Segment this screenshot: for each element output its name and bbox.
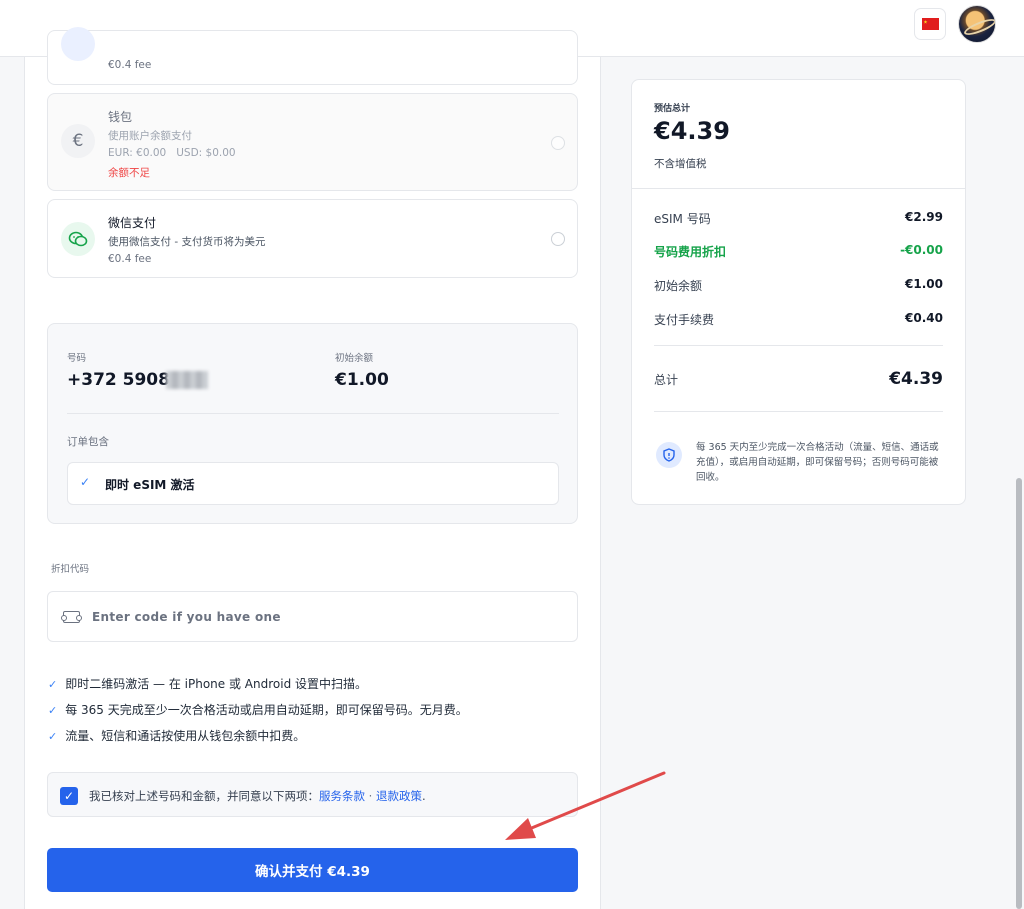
row-label: 支付手续费 <box>654 313 715 327</box>
checkmark-icon: ✓ <box>63 789 75 803</box>
divider <box>654 411 943 412</box>
check-icon: ✓ <box>48 678 58 691</box>
row-value: -€0.00 <box>900 243 943 257</box>
includes-item-label: 即时 eSIM 激活 <box>105 478 195 492</box>
price-summary-panel: 预估总计 €4.39 不含增值税 eSIM 号码 €2.99 号码费用折扣 -€0.… <box>631 79 966 505</box>
estimated-total-label: 预估总计 <box>654 104 691 114</box>
summary-row-esim: eSIM 号码 €2.99 <box>654 210 943 227</box>
row-value: €1.00 <box>905 277 943 291</box>
payment-option-card[interactable]: €0.4 fee <box>47 27 578 85</box>
wechat-fee: €0.4 fee <box>108 253 152 265</box>
agreement-box: ✓ 我已核对上述号码和金额，并同意以下两项：服务条款 · 退款政策. <box>47 772 578 817</box>
language-switcher-button[interactable] <box>914 8 946 40</box>
feature-text: 每 365 天完成至少一次合格活动或启用自动延期，即可保留号码。无月费。 <box>65 703 468 717</box>
number-label: 号码 <box>67 353 87 364</box>
wechat-desc: 使用微信支付 - 支付货币将为美元 <box>108 236 266 248</box>
retention-note: 每 365 天内至少完成一次合格活动（流量、短信、通话或充值），或启用自动延期，… <box>696 442 939 483</box>
agreement-label: 我已核对上述号码和金额，并同意以下两项： <box>89 789 319 803</box>
divider <box>632 188 965 189</box>
euro-icon: € <box>61 124 95 158</box>
card-icon <box>61 27 95 61</box>
divider <box>67 413 559 414</box>
link-separator: · <box>365 789 376 803</box>
phone-number: +372 5908 <box>67 370 170 390</box>
vat-note: 不含增值税 <box>654 158 707 170</box>
agreement-text: 我已核对上述号码和金额，并同意以下两项：服务条款 · 退款政策. <box>89 788 426 804</box>
payment-fee: €0.4 fee <box>108 59 152 71</box>
includes-item: ✓ 即时 eSIM 激活 <box>67 462 559 505</box>
refund-policy-link[interactable]: 退款政策 <box>376 789 422 803</box>
wallet-radio <box>551 136 565 150</box>
wallet-balance: EUR: €0.00 USD: $0.00 <box>108 147 236 159</box>
includes-label: 订单包含 <box>67 436 109 448</box>
total-label: 总计 <box>654 372 679 387</box>
shield-icon <box>656 442 682 468</box>
row-label: 初始余额 <box>654 279 703 293</box>
agreement-checkbox[interactable]: ✓ <box>60 787 78 805</box>
scrollbar[interactable] <box>1016 478 1022 909</box>
payment-option-wechat[interactable]: 微信支付 使用微信支付 - 支付货币将为美元 €0.4 fee <box>47 199 578 278</box>
row-label: eSIM 号码 <box>654 212 711 226</box>
order-summary-box: 号码 +372 5908 初始余额 €1.00 订单包含 ✓ 即时 eSIM 激… <box>47 323 578 524</box>
row-value: €0.40 <box>905 311 943 325</box>
summary-row-balance: 初始余额 €1.00 <box>654 277 943 294</box>
discount-code-input[interactable] <box>92 592 562 641</box>
redacted-digits <box>166 371 208 389</box>
estimated-total-value: €4.39 <box>654 117 730 145</box>
wechat-icon <box>61 222 95 256</box>
summary-row-discount: 号码费用折扣 -€0.00 <box>654 243 943 260</box>
feature-item: ✓ 即时二维码激活 — 在 iPhone 或 Android 设置中扫描。 <box>48 675 367 692</box>
wallet-desc: 使用账户余额支付 <box>108 130 192 142</box>
feature-item: ✓ 每 365 天完成至少一次合格活动或启用自动延期，即可保留号码。无月费。 <box>48 701 468 718</box>
ticket-icon <box>61 611 82 623</box>
initial-balance-value: €1.00 <box>335 370 389 390</box>
feature-text: 流量、短信和通话按使用从钱包余额中扣费。 <box>65 729 306 743</box>
summary-total: 总计 €4.39 <box>654 369 943 389</box>
discount-field[interactable] <box>47 591 578 642</box>
payment-option-wallet: € 钱包 使用账户余额支付 EUR: €0.00 USD: $0.00 余额不足 <box>47 93 578 191</box>
row-label: 号码费用折扣 <box>654 245 727 259</box>
wallet-title: 钱包 <box>108 110 133 124</box>
discount-label: 折扣代码 <box>51 564 90 575</box>
feature-text: 即时二维码激活 — 在 iPhone 或 Android 设置中扫描。 <box>65 677 368 691</box>
confirm-pay-button[interactable]: 确认并支付 €4.39 <box>47 848 578 892</box>
summary-row-fee: 支付手续费 €0.40 <box>654 311 943 328</box>
row-value: €2.99 <box>905 210 943 224</box>
wechat-title: 微信支付 <box>108 216 157 230</box>
feature-item: ✓ 流量、短信和通话按使用从钱包余额中扣费。 <box>48 727 305 744</box>
check-icon: ✓ <box>48 704 58 717</box>
initial-balance-label: 初始余额 <box>335 353 374 364</box>
china-flag-icon <box>921 18 939 30</box>
check-icon: ✓ <box>48 730 58 743</box>
wallet-warning: 余额不足 <box>108 167 150 179</box>
user-avatar[interactable] <box>958 5 996 43</box>
divider <box>654 345 943 346</box>
agreement-end: . <box>421 789 426 803</box>
check-icon: ✓ <box>80 475 91 489</box>
wechat-radio[interactable] <box>551 232 565 246</box>
terms-link[interactable]: 服务条款 <box>319 789 365 803</box>
total-value: €4.39 <box>889 369 943 389</box>
